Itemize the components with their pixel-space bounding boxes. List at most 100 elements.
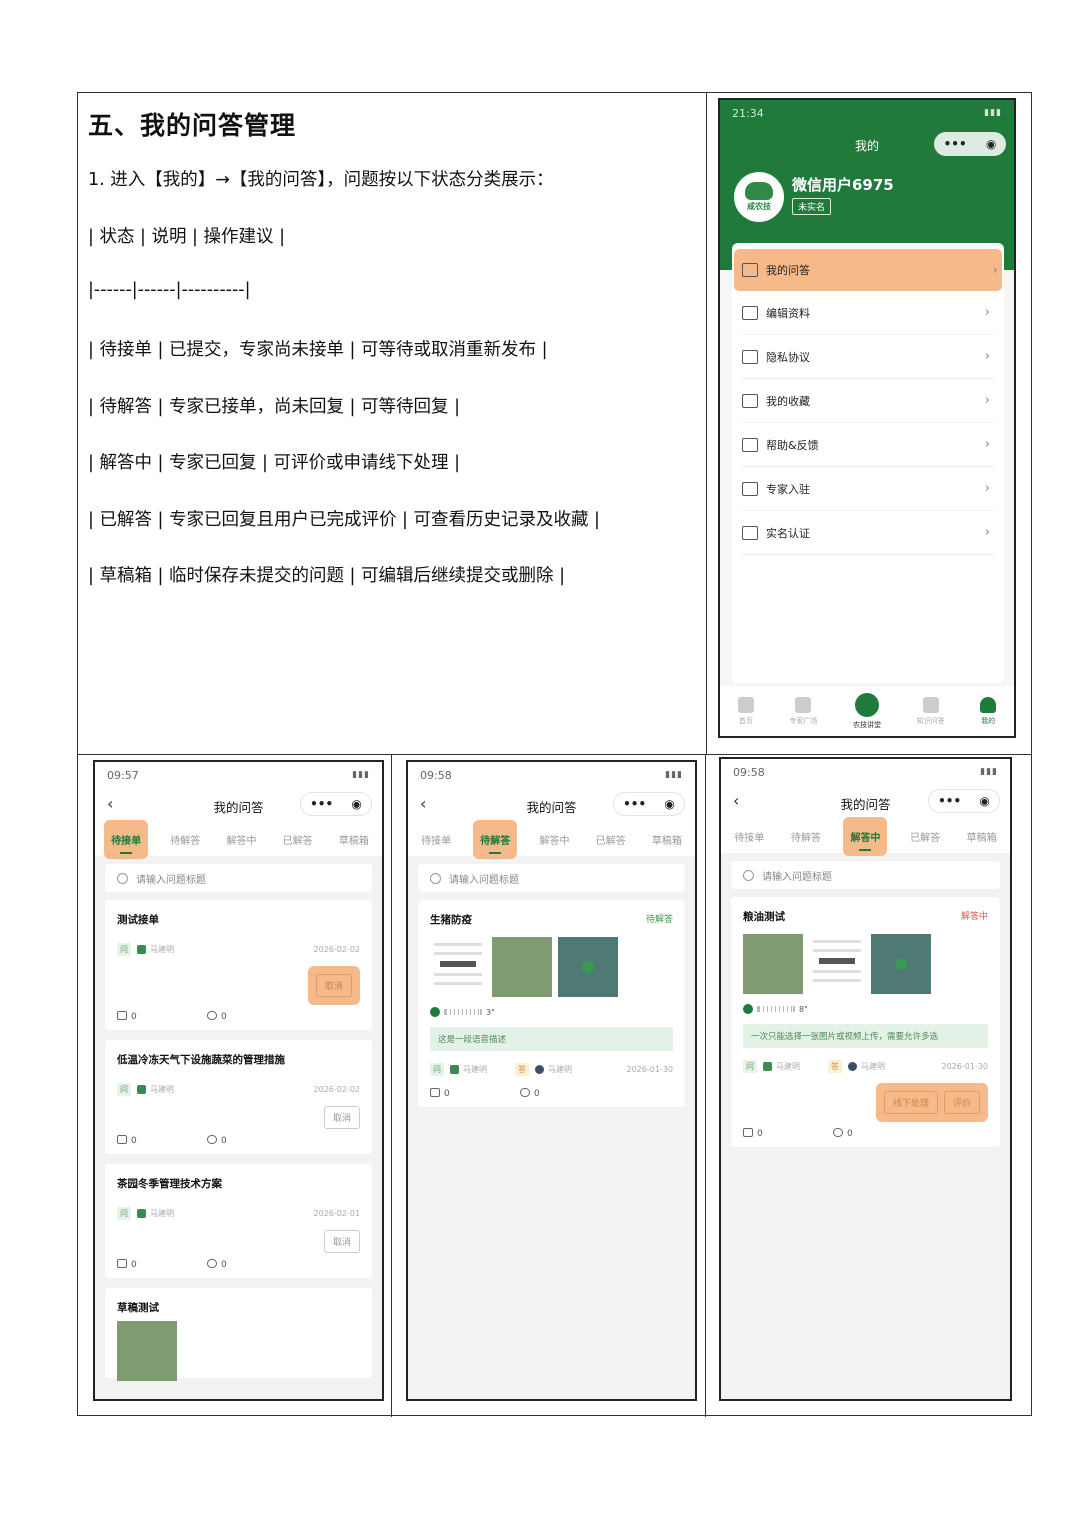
card-actions: 取消 (117, 966, 360, 1005)
voice-message[interactable]: 8" (743, 1004, 988, 1014)
favorite-count[interactable]: 0 (520, 1088, 610, 1099)
favorite-count[interactable]: 0 (207, 1259, 297, 1270)
image-thumbnail[interactable] (743, 934, 803, 994)
status-bar: 09:57 ▮▮▮ (95, 762, 382, 788)
cloud-logo-icon (745, 182, 773, 200)
video-thumbnail[interactable] (871, 934, 931, 994)
tab-answering[interactable]: 解答中 (222, 827, 260, 852)
like-count[interactable]: 0 (117, 1259, 207, 1270)
menu-item-feedback[interactable]: 帮助&反馈 › (742, 423, 994, 467)
close-icon[interactable]: ◉ (979, 794, 989, 808)
status-bar: 09:58 ▮▮▮ (408, 762, 695, 788)
signal-icon: ▮▮▮ (984, 108, 1002, 118)
search-input[interactable]: 请输入问题标题 (418, 864, 685, 892)
more-icon[interactable]: ••• (938, 794, 961, 808)
chevron-right-icon: › (984, 437, 990, 452)
cancel-button[interactable]: 取消 (323, 1230, 360, 1253)
tab-pending-answer[interactable]: 待解答 (787, 824, 825, 849)
menu-label: 实名认证 (766, 526, 810, 540)
star-icon (207, 1135, 217, 1144)
like-count[interactable]: 0 (430, 1088, 520, 1099)
tab-drafts[interactable]: 草稿箱 (648, 827, 686, 852)
question-card[interactable]: 草稿测试 (105, 1288, 372, 1381)
tab-lecture[interactable]: 农技讲堂 (853, 692, 881, 730)
voice-message[interactable]: 3" (430, 1007, 673, 1017)
card-stats: 0 0 (430, 1088, 673, 1099)
like-count[interactable]: 0 (117, 1135, 207, 1146)
tab-pending-accept[interactable]: 待接单 (417, 827, 455, 852)
status-time: 09:57 (107, 768, 139, 782)
document-thumbnail[interactable] (809, 934, 865, 994)
tab-pending-answer[interactable]: 待解答 (473, 819, 518, 859)
search-input[interactable]: 请输入问题标题 (105, 864, 372, 892)
star-icon (207, 1259, 217, 1268)
chevron-right-icon: › (992, 262, 998, 278)
waveform-icon (757, 1006, 795, 1012)
menu-item-real-name[interactable]: 实名认证 › (742, 511, 994, 555)
question-title: 草稿测试 (117, 1302, 159, 1314)
star-icon (520, 1088, 530, 1097)
tab-home[interactable]: 首页 (737, 696, 754, 726)
question-card[interactable]: 粮油测试 解答中 8" 一次只能选择一张图片或视频上传，需要允许多选 问 马建明… (731, 897, 1000, 1147)
more-icon[interactable]: ••• (310, 797, 333, 811)
close-icon[interactable]: ◉ (664, 797, 674, 811)
tab-drafts[interactable]: 草稿箱 (335, 827, 373, 852)
menu-item-my-qa[interactable]: 我的问答 › (734, 249, 1002, 291)
menu-label: 编辑资料 (766, 306, 810, 320)
chevron-right-icon: › (984, 305, 990, 320)
menu-item-edit-profile[interactable]: 编辑资料 › (742, 291, 994, 335)
tab-answered[interactable]: 已解答 (906, 824, 944, 849)
miniapp-capsule[interactable]: ••• ◉ (928, 789, 1000, 813)
more-icon[interactable]: ••• (623, 797, 646, 811)
tab-pending-accept[interactable]: 待接单 (730, 824, 768, 849)
miniapp-capsule[interactable]: ••• ◉ (613, 792, 685, 816)
status-tabs: 待接单 待解答 解答中 已解答 草稿箱 (721, 816, 1010, 856)
close-icon[interactable]: ◉ (351, 797, 361, 811)
tab-pending-accept[interactable]: 待接单 (104, 819, 149, 859)
tab-answered[interactable]: 已解答 (279, 827, 317, 852)
tab-mine[interactable]: 我的 (980, 696, 997, 726)
tab-knowledge[interactable]: 知识问答 (917, 696, 945, 726)
menu-label: 专家入驻 (766, 482, 810, 496)
favorite-count[interactable]: 0 (833, 1128, 923, 1139)
tab-answering[interactable]: 解答中 (843, 816, 888, 856)
miniapp-capsule[interactable]: ••• ◉ (934, 132, 1006, 156)
miniapp-capsule[interactable]: ••• ◉ (300, 792, 372, 816)
menu-item-favorites[interactable]: 我的收藏 › (742, 379, 994, 423)
document-thumbnail[interactable] (430, 937, 486, 997)
tab-pending-answer[interactable]: 待解答 (166, 827, 204, 852)
question-tag: 问 (117, 1207, 131, 1220)
offline-handle-button[interactable]: 线下处理 (883, 1091, 938, 1114)
chevron-right-icon: › (984, 525, 990, 540)
favorite-count[interactable]: 0 (207, 1135, 297, 1146)
question-title: 测试接单 (117, 914, 159, 926)
image-thumbnail[interactable] (492, 937, 552, 997)
menu-label: 隐私协议 (766, 350, 810, 364)
question-card[interactable]: 测试接单 问 马建明 2026-02-02 取消 0 0 (105, 900, 372, 1030)
chevron-right-icon: › (984, 349, 990, 364)
menu-item-privacy[interactable]: 隐私协议 › (742, 335, 994, 379)
question-card[interactable]: 低温冷冻天气下设施蔬菜的管理措施 问 马建明 2026-02-02 取消 0 0 (105, 1040, 372, 1154)
question-card[interactable]: 生猪防疫 待解答 3" 这是一段语音描述 问 马建明 答 马建明 2026-01… (418, 900, 685, 1107)
more-icon[interactable]: ••• (944, 137, 967, 151)
tab-experts[interactable]: 专家广场 (789, 696, 817, 726)
question-tag: 问 (117, 1083, 131, 1096)
favorite-count[interactable]: 0 (207, 1011, 297, 1022)
avatar[interactable]: 咸农技 (734, 172, 784, 222)
tab-answered[interactable]: 已解答 (592, 827, 630, 852)
tab-drafts[interactable]: 草稿箱 (963, 824, 1001, 849)
close-icon[interactable]: ◉ (986, 137, 996, 151)
video-thumbnail[interactable] (558, 937, 618, 997)
tab-answering[interactable]: 解答中 (535, 827, 573, 852)
search-input[interactable]: 请输入问题标题 (731, 861, 1000, 889)
cancel-button[interactable]: 取消 (315, 974, 352, 997)
like-count[interactable]: 0 (117, 1011, 207, 1022)
rate-button[interactable]: 评价 (943, 1091, 980, 1114)
cancel-button[interactable]: 取消 (323, 1106, 360, 1129)
image-thumbnail[interactable] (117, 1321, 177, 1381)
doc-line: | 草稿箱 | 临时保存未提交的问题 | 可编辑后继续提交或删除 | (88, 566, 565, 586)
question-card[interactable]: 茶园冬季管理技术方案 问 马建明 2026-02-01 取消 0 0 (105, 1164, 372, 1278)
menu-item-expert-join[interactable]: 专家入驻 › (742, 467, 994, 511)
like-count[interactable]: 0 (743, 1128, 833, 1139)
thumb-up-icon (117, 1259, 127, 1268)
